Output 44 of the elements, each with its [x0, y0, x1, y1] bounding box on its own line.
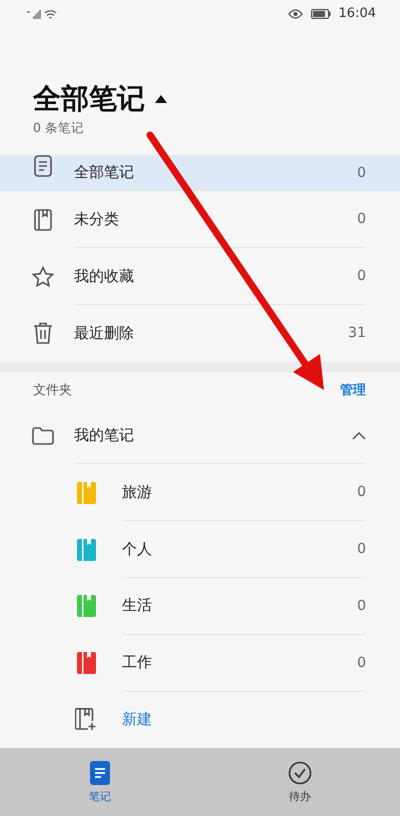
folder-label: 个人 [122, 540, 152, 559]
note-icon [90, 760, 110, 785]
folder-label: 工作 [122, 653, 152, 672]
category-count: 0 [357, 211, 366, 228]
category-item[interactable]: 最近删除 31 [0, 305, 400, 362]
chevron-up-icon[interactable] [352, 432, 366, 440]
category-label: 全部笔记 [74, 163, 134, 182]
category-label: 未分类 [74, 210, 119, 229]
category-label: 最近删除 [74, 324, 134, 343]
notebook-icon [34, 208, 52, 231]
note-icon [34, 154, 52, 177]
signal-wifi-icon [26, 8, 58, 20]
folder-item[interactable]: 个人 0 [0, 521, 400, 578]
folder-item[interactable]: 工作 0 [0, 634, 400, 692]
folder-label: 生活 [122, 596, 152, 616]
eye-icon [288, 8, 303, 19]
section-label: 文件夹 [33, 382, 72, 399]
folder-item[interactable]: 生活 0 [0, 578, 400, 635]
category-item[interactable]: 全部笔记 0 [0, 154, 400, 192]
folder-count: 0 [357, 541, 366, 558]
new-folder-button[interactable]: 新建 [0, 692, 400, 748]
folder-count: 0 [357, 484, 366, 500]
category-item[interactable]: 我的收藏 0 [0, 248, 400, 306]
status-time: 16:04 [338, 6, 376, 22]
trash-icon [33, 322, 53, 344]
tab[interactable]: 待办 [200, 748, 400, 816]
notes-title[interactable]: 全部笔记 [33, 80, 145, 118]
manage-link[interactable]: 管理 [340, 380, 366, 399]
category-count: 0 [357, 268, 366, 284]
caret-icon[interactable] [155, 94, 167, 103]
category-count: 31 [348, 325, 366, 342]
battery-icon [310, 8, 331, 19]
star-icon [32, 266, 54, 288]
category-count: 0 [357, 164, 366, 181]
folder-item[interactable]: 旅游 0 [0, 464, 400, 522]
note-count: 0 条笔记 [33, 120, 85, 137]
folder-count: 0 [357, 598, 366, 614]
category-label: 我的收藏 [74, 266, 134, 286]
new-notebook-icon [75, 708, 96, 732]
category-item[interactable]: 未分类 0 [0, 191, 400, 248]
folder-count: 0 [357, 654, 366, 671]
folder-icon [32, 427, 54, 445]
folder-label: 旅游 [122, 482, 152, 502]
folder-label[interactable]: 我的笔记 [74, 426, 134, 445]
